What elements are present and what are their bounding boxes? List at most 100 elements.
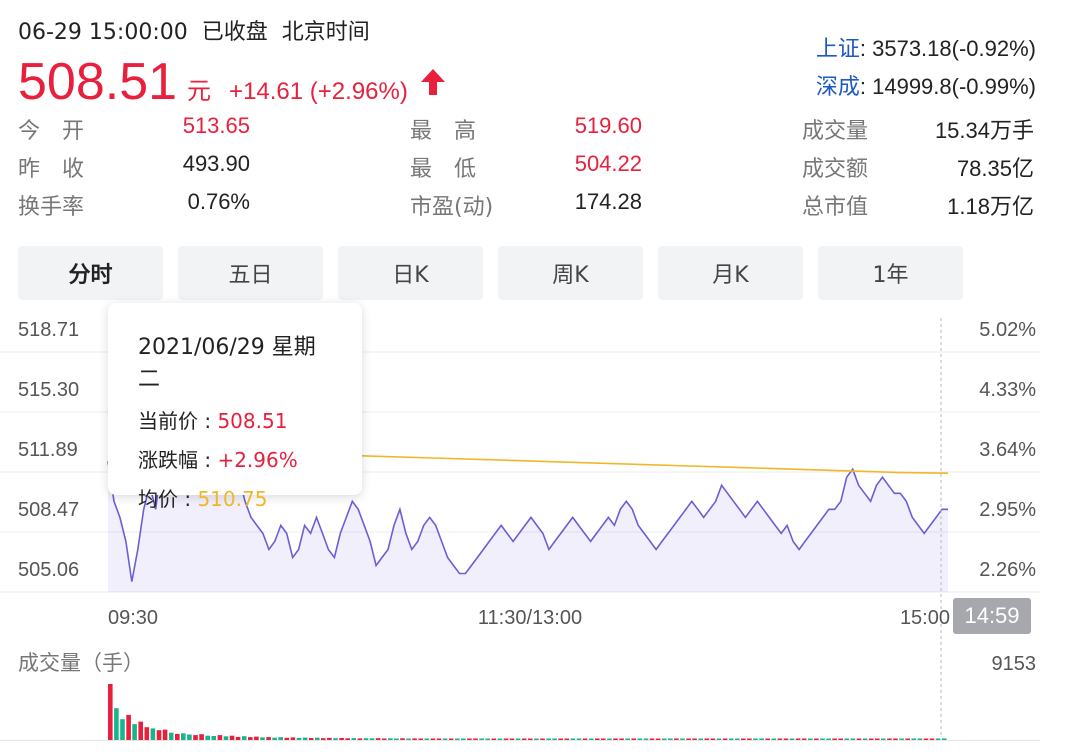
- volume-bar: [595, 738, 600, 740]
- tab-five-day[interactable]: 五日: [178, 246, 323, 300]
- volume-bar: [582, 738, 588, 740]
- average-line: [329, 454, 949, 474]
- stat-value: 1.18万亿: [947, 194, 1034, 219]
- volume-bar: [862, 738, 868, 740]
- quote-header: 06-29 15:00:00 已收盘 北京时间 508.51 元 +14.61 (+…: [18, 14, 446, 112]
- tab-intraday[interactable]: 分时: [18, 246, 163, 300]
- volume-bar: [941, 738, 947, 740]
- volume-bar: [108, 684, 113, 740]
- tooltip-price-value: 508.51: [217, 409, 288, 433]
- volume-bar: [741, 738, 746, 740]
- volume-bar: [260, 737, 265, 740]
- volume-bar: [704, 738, 710, 740]
- volume-bar: [570, 738, 576, 740]
- stat-row: 昨 收 493.90 最 低 504.22 成交额 78.35亿: [18, 148, 1038, 186]
- tooltip-avg-value: 510.75: [197, 487, 268, 511]
- volume-bar: [564, 738, 570, 740]
- volume-bar: [436, 738, 442, 740]
- stat-label: 今 开: [18, 119, 85, 144]
- volume-bar: [467, 738, 472, 740]
- index-link-sh[interactable]: 上证: [816, 36, 860, 61]
- volume-bar: [668, 738, 673, 740]
- stat-label: 总市值: [802, 195, 869, 220]
- volume-bar: [272, 737, 277, 740]
- volume-bar: [138, 721, 143, 740]
- tab-weekly-k[interactable]: 周K: [498, 246, 643, 300]
- y-tick-left: 505.06: [18, 559, 79, 581]
- volume-bar: [375, 738, 381, 740]
- volume-max: 9153: [992, 653, 1037, 675]
- stat-low: 最 低 504.22: [410, 151, 642, 183]
- index-row: 深成: 14999.8(-0.99%): [816, 68, 1036, 106]
- volume-bar: [588, 738, 594, 740]
- y-tick-left: 508.47: [18, 499, 79, 521]
- tab-daily-k[interactable]: 日K: [338, 246, 483, 300]
- tooltip-date: 2021/06/29 星期二: [138, 335, 316, 392]
- volume-bar: [534, 738, 539, 740]
- volume-bar: [284, 737, 290, 740]
- volume-bar: [935, 738, 941, 740]
- volume-bar: [327, 737, 332, 740]
- volume-bar: [193, 735, 198, 740]
- volume-bar: [546, 738, 551, 740]
- volume-bar: [601, 738, 606, 740]
- volume-bar: [613, 738, 618, 740]
- volume-bar: [655, 738, 661, 740]
- volume-bar: [266, 737, 271, 740]
- volume-bar: [211, 736, 217, 740]
- x-tick: 11:30/13:00: [478, 607, 582, 629]
- volume-bar: [388, 738, 393, 740]
- volume-bar: [144, 727, 150, 740]
- cursor-time-badge: 14:59: [953, 598, 1031, 634]
- volume-bar: [418, 738, 423, 740]
- volume-bar: [917, 738, 923, 740]
- volume-bar: [716, 738, 722, 740]
- volume-bar: [692, 738, 697, 740]
- stat-value: 15.34万手: [934, 118, 1034, 143]
- volume-bar: [412, 738, 417, 740]
- volume-bar: [649, 738, 655, 740]
- volume-bar: [832, 738, 837, 740]
- volume-bar: [150, 728, 156, 740]
- volume-bar: [175, 733, 180, 740]
- y-tick-right: 3.64%: [979, 439, 1036, 461]
- tab-one-year[interactable]: 1年: [818, 246, 963, 300]
- stat-row: 今 开 513.65 最 高 519.60 成交量 15.34万手: [18, 110, 1038, 148]
- tab-monthly-k[interactable]: 月K: [658, 246, 803, 300]
- y-tick-right: 2.95%: [979, 499, 1036, 521]
- volume-bar: [333, 738, 338, 740]
- volume-bar: [491, 738, 497, 740]
- volume-bar: [254, 736, 259, 740]
- volume-bar: [278, 737, 283, 740]
- volume-bar: [528, 738, 533, 740]
- volume-bar: [497, 738, 503, 740]
- volume-bar: [899, 738, 904, 740]
- volume-bar: [479, 738, 484, 740]
- volume-bar: [485, 738, 490, 740]
- index-link-sz[interactable]: 深成: [816, 74, 860, 99]
- volume-bar: [351, 738, 357, 740]
- volume-bar: [838, 738, 843, 740]
- volume-bar: [357, 738, 363, 740]
- volume-bar: [406, 738, 411, 740]
- stat-pe: 市盈(动) 174.28: [410, 189, 642, 221]
- stat-value: 174.28: [574, 189, 642, 214]
- volume-bar: [576, 738, 582, 740]
- volume-bar: [747, 738, 752, 740]
- volume-bar: [181, 733, 186, 740]
- volume-bar: [558, 738, 563, 740]
- stat-value: 493.90: [182, 151, 250, 176]
- volume-bar: [771, 738, 777, 740]
- stat-row: 换手率 0.76% 市盈(动) 174.28 总市值 1.18万亿: [18, 186, 1038, 224]
- volume-bar: [923, 738, 929, 740]
- volume-bar: [686, 738, 691, 740]
- volume-bar: [461, 738, 466, 740]
- stats-grid: 今 开 513.65 最 高 519.60 成交量 15.34万手 昨 收 493.90…: [18, 110, 1038, 224]
- price-change: +14.61 (+2.96%): [229, 78, 408, 105]
- tooltip-change-value: +2.96%: [217, 448, 298, 472]
- price-row: 508.51 元 +14.61 (+2.96%): [18, 52, 446, 112]
- stat-label: 成交额: [802, 157, 869, 182]
- volume-bar: [801, 738, 807, 740]
- volume-label: 成交量（手）: [18, 651, 144, 675]
- volume-bar: [442, 738, 448, 740]
